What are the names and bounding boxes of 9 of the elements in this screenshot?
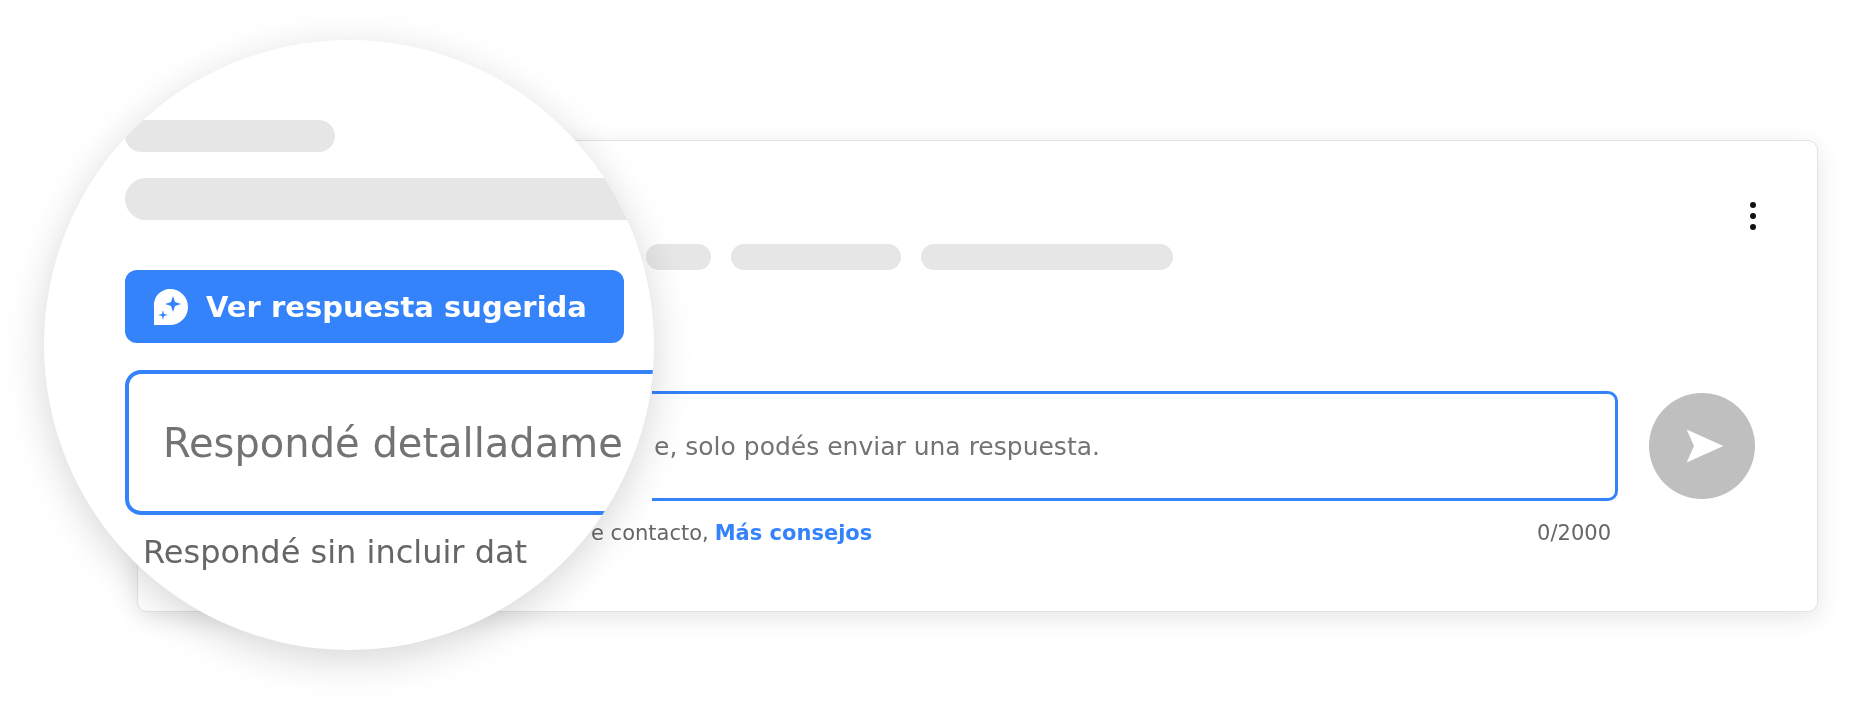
answer-field[interactable]: e, solo podés enviar una respuesta.	[652, 391, 1618, 501]
more-options-icon[interactable]	[1749, 201, 1757, 231]
answer-field[interactable]: Respondé detalladame	[125, 370, 654, 515]
character-counter: 0/2000	[1537, 521, 1611, 545]
helper-text: Respondé sin incluir dat	[143, 533, 528, 571]
tips-link[interactable]: Más consejos	[714, 521, 873, 545]
helper-text: e contacto,	[591, 521, 709, 545]
skeleton-bar	[646, 244, 711, 270]
suggested-answer-button[interactable]: Ver respuesta sugerida	[125, 270, 624, 343]
